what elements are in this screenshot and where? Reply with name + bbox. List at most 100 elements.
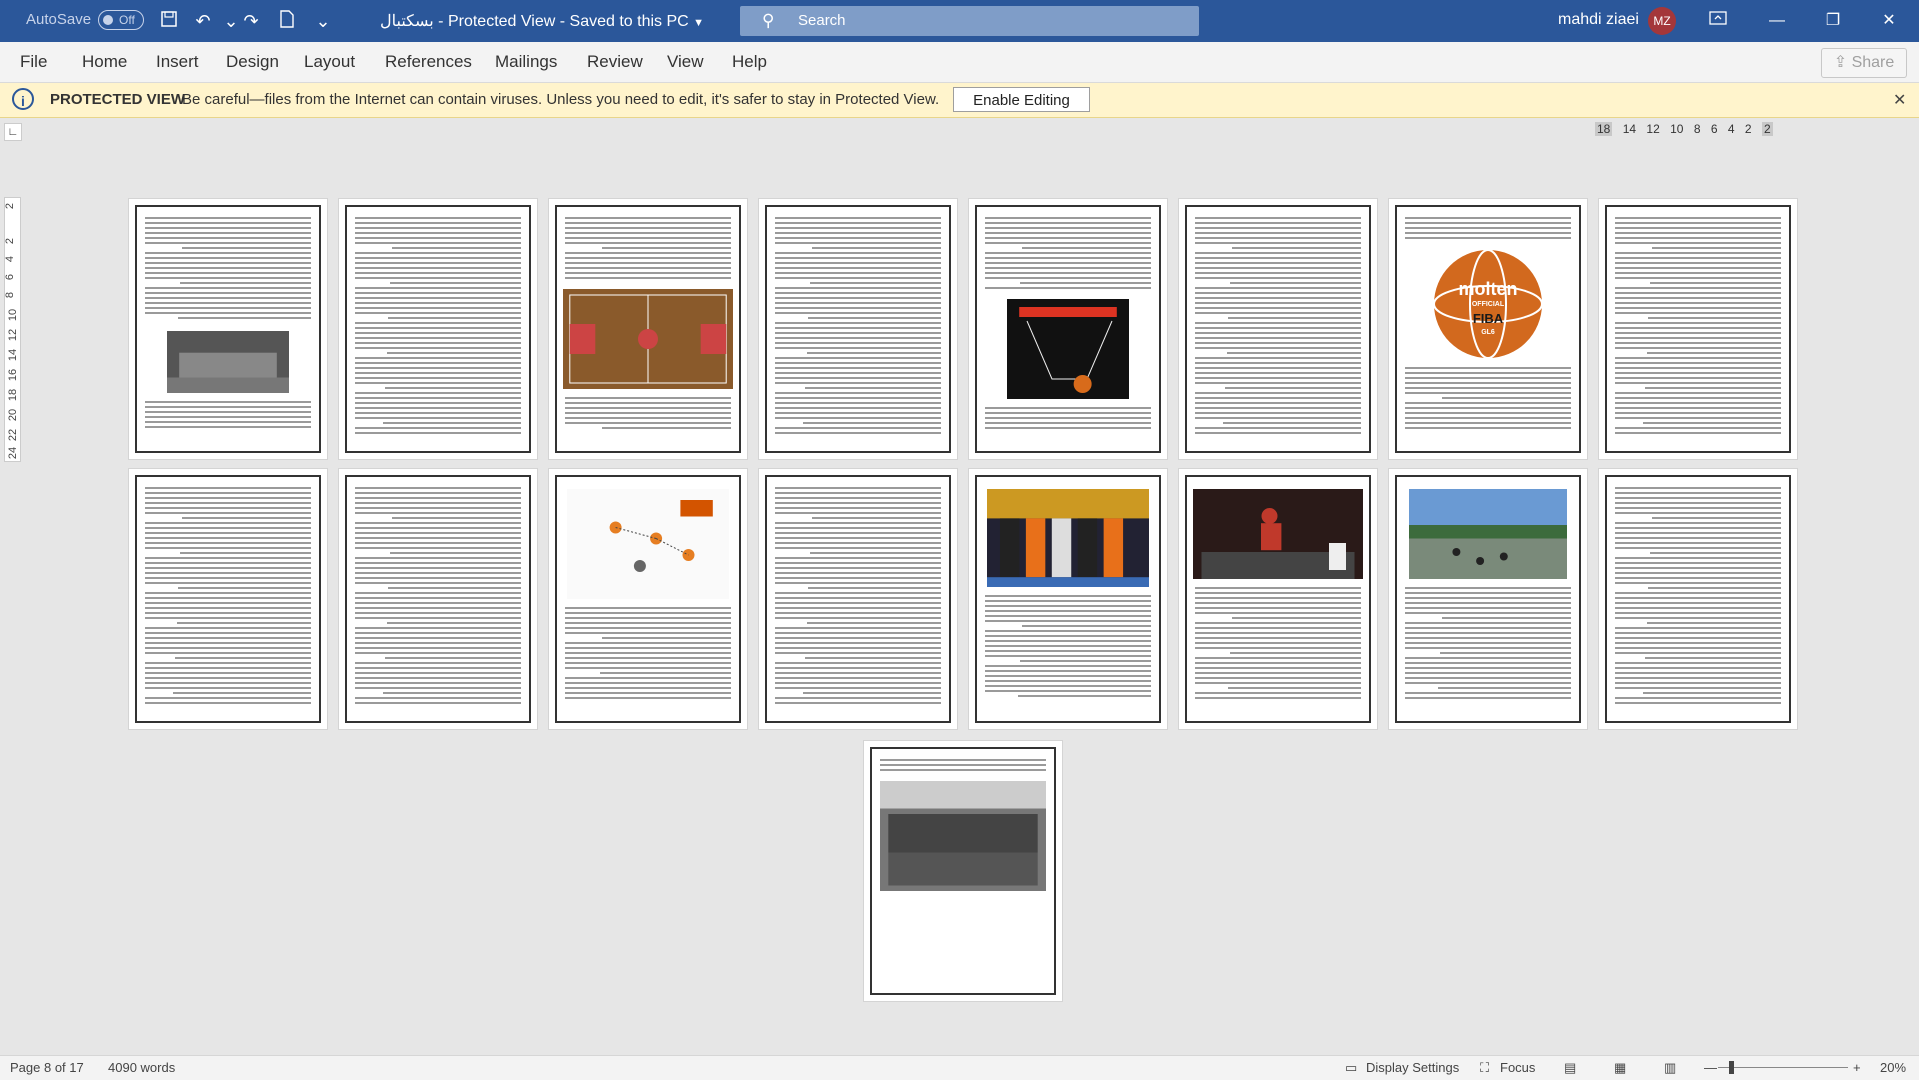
- undo-dropdown-icon[interactable]: ⌄: [220, 10, 242, 32]
- focus-icon[interactable]: ⛶: [1480, 1060, 1489, 1076]
- page-thumbnail[interactable]: [338, 198, 538, 460]
- text-line: [1021, 247, 1151, 249]
- text-line: [1405, 677, 1571, 679]
- text-line: [145, 237, 311, 239]
- text-line: [1615, 407, 1781, 409]
- text-line: [775, 427, 941, 429]
- zoom-slider-thumb[interactable]: [1729, 1061, 1734, 1074]
- ribbon-display-options-icon[interactable]: [1703, 8, 1733, 34]
- zoom-level[interactable]: 20%: [1880, 1060, 1906, 1075]
- restore-icon[interactable]: ❐: [1818, 8, 1848, 34]
- new-document-icon[interactable]: [276, 10, 298, 32]
- page-thumbnail[interactable]: [1178, 468, 1378, 730]
- page-thumbnail[interactable]: [1388, 468, 1588, 730]
- page-thumbnail[interactable]: [968, 198, 1168, 460]
- text-line: [1405, 642, 1571, 644]
- chevron-down-icon[interactable]: ▼: [693, 17, 704, 29]
- read-mode-icon[interactable]: ▤: [1564, 1060, 1576, 1076]
- tab-mailings[interactable]: Mailings: [495, 52, 557, 72]
- text-line: [355, 507, 521, 509]
- text-line: [1195, 402, 1361, 404]
- close-icon[interactable]: ✕: [1874, 8, 1904, 34]
- text-line: [145, 572, 311, 574]
- page-thumbnail[interactable]: molten OFFICIAL FIBA GL6: [1388, 198, 1588, 460]
- ribbon-tabs: File Home Insert Design Layout Reference…: [0, 42, 1919, 83]
- focus-label[interactable]: Focus: [1500, 1060, 1535, 1075]
- print-layout-icon[interactable]: ▦: [1614, 1060, 1626, 1076]
- avatar[interactable]: MZ: [1648, 7, 1676, 35]
- text-line: [1646, 622, 1781, 624]
- text-line: [775, 337, 941, 339]
- save-icon[interactable]: [158, 10, 180, 32]
- page-thumbnail[interactable]: [128, 198, 328, 460]
- page-thumbnail[interactable]: [548, 198, 748, 460]
- customize-toolbar-icon[interactable]: ⌄: [312, 10, 334, 32]
- display-settings-icon[interactable]: ▭: [1345, 1060, 1357, 1076]
- zoom-slider[interactable]: [1718, 1067, 1848, 1068]
- text-line: [145, 612, 311, 614]
- text-line: [985, 277, 1151, 279]
- text-line: [145, 557, 311, 559]
- tab-file[interactable]: File: [20, 52, 47, 72]
- redo-icon[interactable]: ↷: [240, 10, 262, 32]
- autosave-state: Off: [119, 13, 135, 27]
- display-settings-label[interactable]: Display Settings: [1366, 1060, 1459, 1075]
- vertical-ruler[interactable]: 2 2 4 6 8 10 12 14 16 18 20 22 24: [4, 197, 21, 462]
- text-line: [1648, 317, 1781, 319]
- page-thumbnail[interactable]: [968, 468, 1168, 730]
- horizontal-ruler[interactable]: 18 14 12 10 8 6 4 2 2: [1595, 122, 1780, 140]
- undo-icon[interactable]: ↶: [192, 10, 214, 32]
- zoom-in-icon[interactable]: +: [1853, 1060, 1861, 1075]
- tab-references[interactable]: References: [385, 52, 472, 72]
- zoom-out-icon[interactable]: —: [1704, 1060, 1717, 1075]
- text-line: [1615, 637, 1781, 639]
- save-state[interactable]: Saved to this PC: [570, 13, 689, 30]
- page-count[interactable]: Page 8 of 17: [10, 1060, 84, 1075]
- text-line: [775, 682, 941, 684]
- page-thumbnail[interactable]: [1598, 468, 1798, 730]
- page-thumbnail[interactable]: [1598, 198, 1798, 460]
- text-line: [176, 622, 311, 624]
- page-thumbnail[interactable]: [758, 468, 958, 730]
- page-text-block: [355, 217, 521, 437]
- text-line: [775, 497, 941, 499]
- tab-view[interactable]: View: [667, 52, 704, 72]
- page-thumbnail[interactable]: [128, 468, 328, 730]
- tab-review[interactable]: Review: [587, 52, 643, 72]
- user-name[interactable]: mahdi ziaei: [1558, 11, 1639, 29]
- tab-selector[interactable]: ∟: [4, 123, 22, 141]
- text-line: [1229, 282, 1361, 284]
- word-count[interactable]: 4090 words: [108, 1060, 175, 1075]
- tab-layout[interactable]: Layout: [304, 52, 355, 72]
- text-line: [1405, 662, 1571, 664]
- search-box[interactable]: ⚲ Search: [740, 6, 1199, 36]
- page-thumbnail[interactable]: [758, 198, 958, 460]
- tab-home[interactable]: Home: [82, 52, 127, 72]
- text-line: [1405, 637, 1571, 639]
- tab-help[interactable]: Help: [732, 52, 767, 72]
- web-layout-icon[interactable]: ▥: [1664, 1060, 1676, 1076]
- text-line: [1405, 407, 1571, 409]
- text-line: [985, 267, 1151, 269]
- page-thumbnail[interactable]: [548, 468, 748, 730]
- text-line: [1651, 247, 1781, 249]
- minimize-icon[interactable]: —: [1762, 8, 1792, 34]
- text-line: [1615, 612, 1781, 614]
- page-thumbnail[interactable]: [1178, 198, 1378, 460]
- page-thumbnail[interactable]: [338, 468, 538, 730]
- share-button[interactable]: ⇪ Share: [1821, 48, 1907, 78]
- text-line: [1615, 572, 1781, 574]
- tab-insert[interactable]: Insert: [156, 52, 199, 72]
- text-line: [1405, 632, 1571, 634]
- page-thumbnail[interactable]: [863, 740, 1063, 1002]
- close-bar-icon[interactable]: ✕: [1893, 90, 1906, 110]
- autosave-toggle[interactable]: Off: [98, 10, 144, 30]
- old-team-photo-image: [880, 781, 1046, 891]
- enable-editing-button[interactable]: Enable Editing: [953, 87, 1090, 112]
- tab-design[interactable]: Design: [226, 52, 279, 72]
- text-line: [1615, 392, 1781, 394]
- text-line: [145, 257, 311, 259]
- text-line: [775, 577, 941, 579]
- text-line: [1615, 237, 1781, 239]
- text-line: [1195, 297, 1361, 299]
